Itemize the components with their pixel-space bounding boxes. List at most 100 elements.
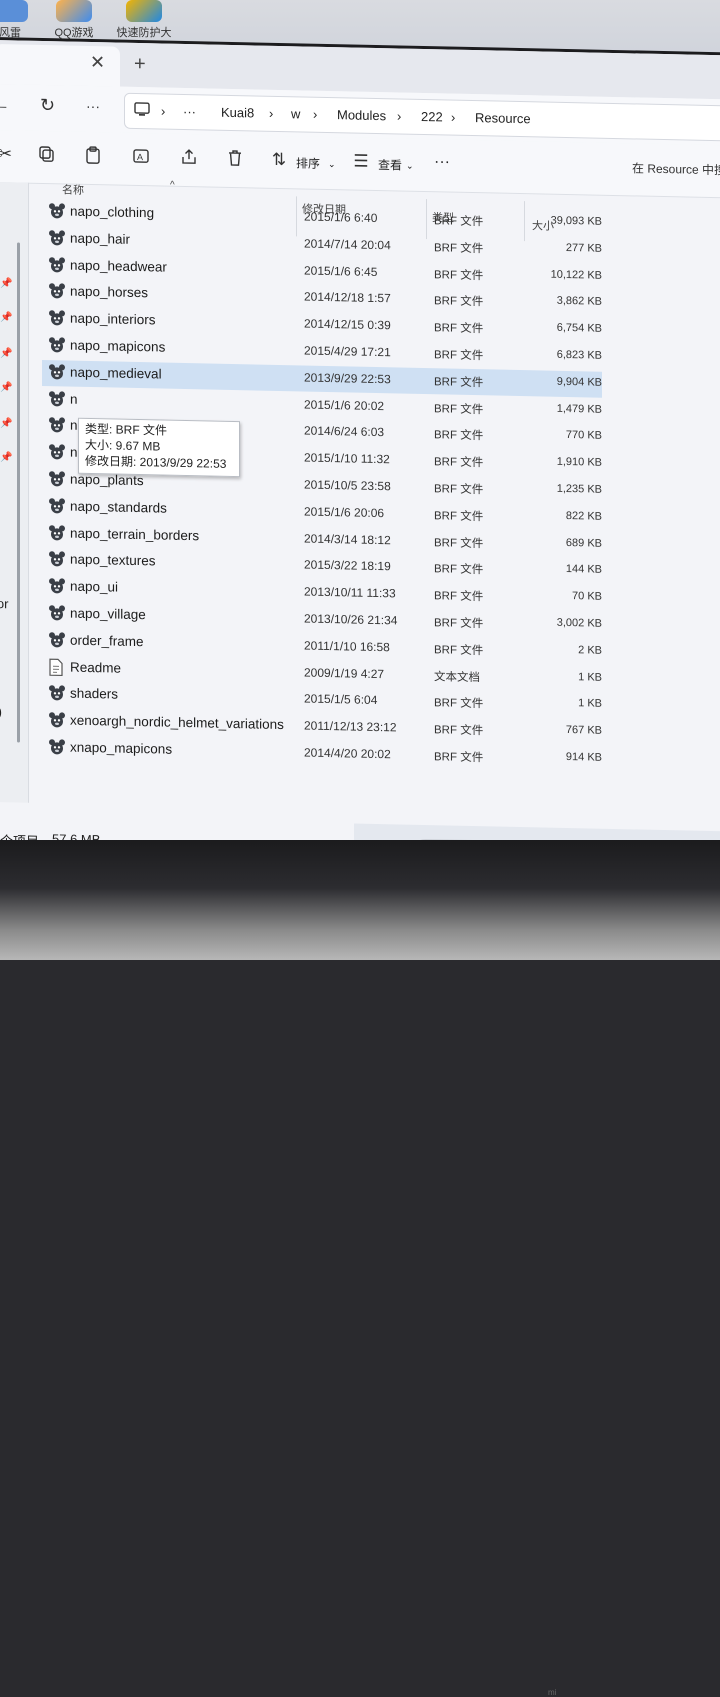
- desktop-icon[interactable]: 风雷: [0, 0, 40, 40]
- file-size: 3,862 KB: [556, 295, 602, 309]
- breadcrumb-ellipsis[interactable]: ···: [183, 104, 196, 119]
- file-type: BRF 文件: [434, 215, 484, 229]
- svg-text:A: A: [137, 152, 143, 162]
- pin-icon[interactable]: 📌: [0, 278, 12, 289]
- monitor-bezel: mi: [0, 840, 720, 1697]
- file-size: 770 KB: [565, 429, 602, 443]
- search-input[interactable]: 在 Resource 中搜: [632, 159, 720, 178]
- sort-icon[interactable]: ⇅: [268, 150, 290, 172]
- file-size: 70 KB: [572, 590, 602, 603]
- cut-icon[interactable]: ✂: [0, 144, 16, 166]
- close-tab-icon[interactable]: ✕: [90, 52, 105, 73]
- breadcrumb-sep: ›: [397, 108, 402, 124]
- file-type: BRF 文件: [434, 295, 484, 309]
- breadcrumb-item[interactable]: Kuai8: [221, 105, 254, 121]
- file-date: 2013/9/29 22:53: [304, 370, 391, 387]
- brf-icon: [48, 551, 66, 569]
- file-type: BRF 文件: [434, 590, 484, 604]
- file-date: 2014/6/24 6:03: [304, 423, 385, 440]
- file-name: xnapo_mapicons: [70, 739, 173, 757]
- breadcrumb-item[interactable]: 222: [421, 109, 443, 124]
- chevron-down-icon[interactable]: ⌄: [328, 159, 336, 170]
- file-date: 2015/1/5 6:04: [304, 691, 378, 708]
- file-name: napo_standards: [70, 498, 167, 516]
- file-date: 2014/3/14 18:12: [304, 531, 391, 547]
- brf-icon: [48, 443, 66, 461]
- file-name: napo_textures: [70, 551, 156, 569]
- tab-current[interactable]: ✕: [0, 44, 120, 87]
- delete-icon[interactable]: [224, 149, 246, 171]
- breadcrumb-item[interactable]: Modules: [337, 107, 386, 123]
- file-size: 2 KB: [578, 644, 602, 657]
- copy-icon[interactable]: [36, 145, 58, 167]
- rename-icon[interactable]: A: [130, 147, 152, 169]
- file-name: xenoargh_nordic_helmet_variations: [70, 712, 284, 733]
- file-name: n: [70, 417, 78, 434]
- nav-pane-scrollbar[interactable]: [17, 242, 20, 743]
- back-arrow-icon[interactable]: ←: [0, 94, 10, 115]
- file-type: BRF 文件: [434, 563, 484, 577]
- pin-icon[interactable]: 📌: [0, 312, 12, 323]
- file-date: 2015/4/29 17:21: [304, 343, 391, 360]
- tooltip-date: 修改日期: 2013/9/29 22:53: [85, 453, 227, 471]
- pin-icon[interactable]: 📌: [0, 418, 12, 429]
- view-icon[interactable]: ☰: [350, 151, 372, 173]
- nav-pane-label[interactable]: :): [0, 704, 2, 719]
- file-list: 名称 ^ 修改日期 类型 大小 napo_clothing 2015/1/6 6:…: [38, 179, 720, 817]
- brf-icon: [48, 711, 66, 729]
- new-tab-button[interactable]: +: [134, 53, 146, 76]
- pin-icon[interactable]: 📌: [0, 348, 12, 359]
- more-nav-button[interactable]: ···: [86, 98, 100, 114]
- sort-button[interactable]: 排序: [296, 154, 320, 172]
- sort-ascending-icon: ^: [170, 179, 175, 191]
- file-type: BRF 文件: [434, 349, 484, 363]
- brf-icon: [48, 577, 66, 595]
- file-type: BRF 文件: [434, 456, 484, 470]
- desktop-icon[interactable]: 快速防护大: [114, 0, 174, 40]
- brf-icon: [48, 631, 66, 649]
- pin-icon[interactable]: 📌: [0, 452, 12, 463]
- desktop-icon[interactable]: QQ游戏: [44, 0, 104, 40]
- file-type: BRF 文件: [434, 510, 484, 524]
- file-date: 2011/12/13 23:12: [304, 718, 397, 735]
- file-type: BRF 文件: [434, 242, 484, 256]
- file-date: 2015/1/6 6:45: [304, 263, 378, 279]
- file-size: 822 KB: [565, 509, 602, 523]
- file-type: BRF 文件: [434, 697, 484, 711]
- share-icon[interactable]: [178, 148, 200, 170]
- file-date: 2015/1/6 6:40: [304, 209, 378, 226]
- refresh-icon[interactable]: ↻: [40, 95, 55, 116]
- nav-pane-label[interactable]: lor: [0, 596, 8, 611]
- file-size: 39,093 KB: [550, 214, 602, 228]
- desktop-icon-label: QQ游戏: [54, 27, 94, 39]
- file-size: 277 KB: [565, 241, 602, 255]
- brf-icon: [48, 390, 66, 408]
- breadcrumb-sep: ›: [313, 106, 318, 122]
- text-file-icon: [48, 658, 66, 676]
- file-name: napo_headwear: [70, 257, 167, 275]
- breadcrumb-item[interactable]: Resource: [475, 110, 531, 126]
- file-type: BRF 文件: [434, 644, 484, 658]
- file-date: 2014/4/20 20:02: [304, 745, 391, 762]
- paste-icon[interactable]: [82, 146, 104, 168]
- file-date: 2009/1/19 4:27: [304, 665, 385, 681]
- file-date: 2015/1/10 11:32: [304, 450, 390, 467]
- view-button[interactable]: 查看: [378, 156, 402, 174]
- file-size: 6,754 KB: [556, 321, 602, 335]
- file-size: 3,002 KB: [556, 616, 602, 630]
- breadcrumb-sep: ›: [269, 105, 274, 121]
- file-name: napo_clothing: [70, 203, 155, 221]
- file-tooltip: 类型: BRF 文件 大小: 9.67 MB 修改日期: 2013/9/29 2…: [78, 417, 240, 478]
- file-type: BRF 文件: [434, 536, 484, 550]
- breadcrumb-item[interactable]: w: [291, 106, 300, 121]
- file-name: napo_medieval: [70, 364, 162, 382]
- file-size: 144 KB: [565, 563, 602, 577]
- file-date: 2013/10/11 11:33: [304, 584, 396, 601]
- breadcrumb-sep: ›: [161, 103, 166, 119]
- chevron-down-icon[interactable]: ⌄: [406, 161, 414, 172]
- pin-icon[interactable]: 📌: [0, 382, 12, 393]
- desktop-icon-label: 风雷: [0, 27, 21, 39]
- file-size: 1,910 KB: [556, 455, 602, 469]
- file-date: 2015/1/6 20:02: [304, 397, 385, 413]
- more-options-button[interactable]: ···: [434, 153, 450, 171]
